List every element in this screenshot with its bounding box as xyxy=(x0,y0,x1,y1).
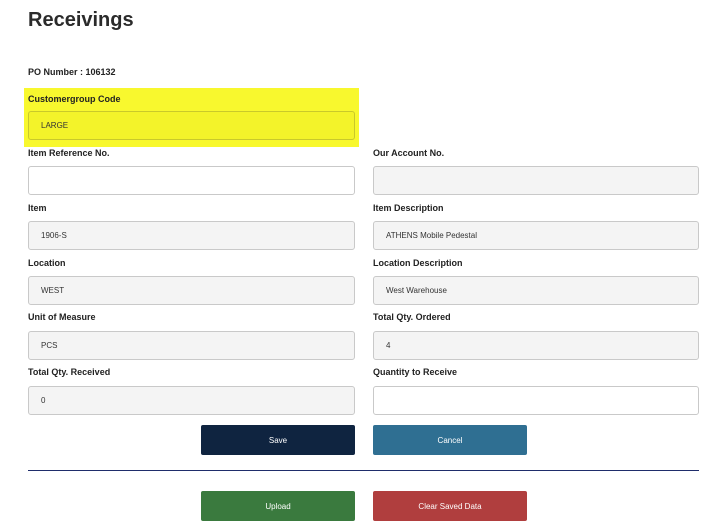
customergroup-code-field[interactable] xyxy=(28,111,355,140)
item-label: Item xyxy=(28,203,47,213)
po-number-label: PO Number : xyxy=(28,67,86,77)
page-title: Receivings xyxy=(28,9,134,31)
our-account-no-field[interactable] xyxy=(373,166,699,195)
item-description-label: Item Description xyxy=(373,203,444,213)
cancel-button[interactable]: Cancel xyxy=(373,425,527,455)
item-description-field[interactable] xyxy=(373,221,699,250)
our-account-no-label: Our Account No. xyxy=(373,148,445,158)
location-field[interactable] xyxy=(28,276,355,305)
location-label: Location xyxy=(28,258,66,268)
unit-of-measure-field[interactable] xyxy=(28,331,355,360)
po-number-value: 106132 xyxy=(85,67,116,77)
divider xyxy=(28,470,699,471)
item-field[interactable] xyxy=(28,221,355,250)
item-reference-no-field[interactable] xyxy=(28,166,355,195)
item-reference-no-label: Item Reference No. xyxy=(28,148,110,158)
save-button[interactable]: Save xyxy=(201,425,355,455)
quantity-to-receive-label: Quantity to Receive xyxy=(373,367,458,377)
total-qty-ordered-label: Total Qty. Ordered xyxy=(373,312,451,322)
location-description-field[interactable] xyxy=(373,276,699,305)
upload-button[interactable]: Upload xyxy=(201,491,355,521)
location-description-label: Location Description xyxy=(373,258,463,268)
unit-of-measure-label: Unit of Measure xyxy=(28,312,96,322)
customergroup-code-label: Customergroup Code xyxy=(28,94,121,104)
clear-saved-data-button[interactable]: Clear Saved Data xyxy=(373,491,527,521)
total-qty-received-field[interactable] xyxy=(28,386,355,415)
total-qty-ordered-field[interactable] xyxy=(373,331,699,360)
po-number: PO Number : 106132 xyxy=(28,67,116,77)
total-qty-received-label: Total Qty. Received xyxy=(28,367,111,377)
quantity-to-receive-field[interactable] xyxy=(373,386,699,415)
